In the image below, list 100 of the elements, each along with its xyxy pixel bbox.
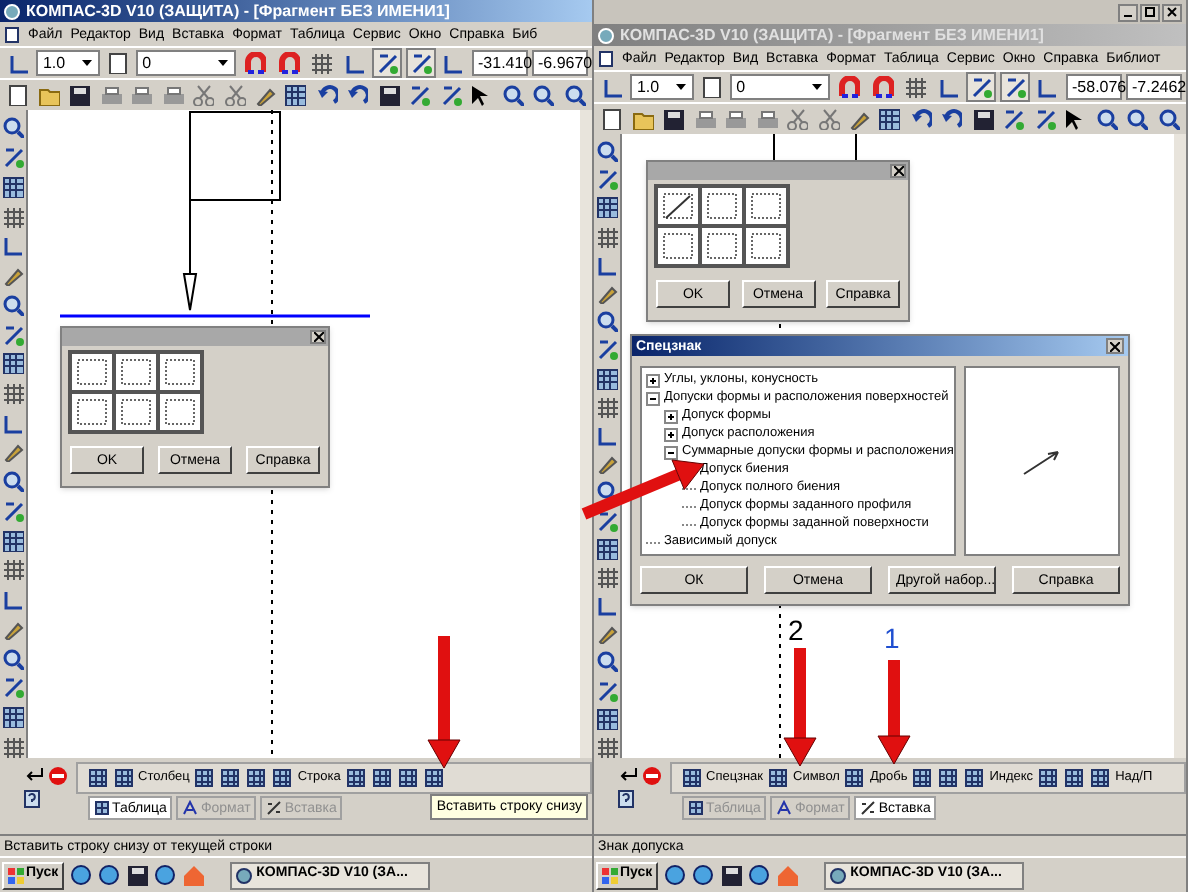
zoom-button[interactable] — [0, 292, 26, 317]
dropdown-field[interactable]: 0 — [730, 74, 831, 100]
grid-button[interactable] — [0, 381, 26, 405]
magnet-button[interactable] — [273, 48, 303, 78]
table-button[interactable] — [396, 767, 419, 789]
tool-button[interactable] — [0, 675, 26, 700]
magnet-button[interactable] — [240, 48, 270, 78]
table-button[interactable] — [282, 80, 310, 110]
zoom-button[interactable] — [594, 480, 620, 503]
zoom-button[interactable] — [594, 140, 620, 163]
axis-button[interactable] — [594, 253, 620, 276]
close-button[interactable] — [310, 330, 326, 344]
input-field[interactable]: -58.076 — [1066, 74, 1122, 100]
save-icon[interactable] — [126, 864, 149, 886]
tool-button[interactable] — [999, 72, 1030, 102]
table-button[interactable] — [271, 767, 294, 789]
tool-button[interactable] — [594, 338, 620, 361]
zoom-button[interactable] — [0, 116, 26, 140]
brush-button[interactable] — [594, 452, 620, 475]
grid-button[interactable] — [306, 48, 336, 78]
table-button[interactable] — [911, 767, 934, 789]
close-button[interactable] — [890, 164, 906, 178]
grid-cell[interactable] — [70, 352, 114, 392]
grid-cell[interactable] — [114, 392, 158, 432]
table-button[interactable] — [86, 767, 108, 789]
table-button[interactable] — [843, 767, 866, 789]
grid-cell[interactable] — [700, 226, 744, 266]
magnet-button[interactable] — [834, 72, 864, 102]
save-button[interactable] — [969, 104, 997, 134]
tool-button[interactable] — [372, 48, 402, 78]
table-button[interactable] — [112, 767, 134, 789]
table-button[interactable] — [370, 767, 393, 789]
tool-button[interactable] — [0, 322, 26, 346]
document-button[interactable] — [103, 48, 133, 78]
table-button[interactable] — [0, 705, 26, 729]
collapse-icon[interactable] — [646, 392, 660, 406]
tool-button[interactable] — [966, 72, 996, 102]
axis-button[interactable] — [594, 594, 620, 617]
grid-button[interactable] — [594, 565, 620, 588]
table-button[interactable] — [422, 767, 445, 789]
grid-button[interactable] — [594, 395, 620, 418]
dropdown-field[interactable]: 1.0 — [36, 50, 100, 76]
table-button[interactable] — [0, 174, 26, 199]
table-button[interactable] — [767, 767, 790, 789]
grid-cell[interactable] — [114, 352, 158, 392]
tool-button[interactable] — [594, 168, 620, 191]
help-icon[interactable] — [618, 790, 634, 808]
table-button[interactable] — [1063, 767, 1086, 789]
grid-cell[interactable] — [70, 392, 114, 432]
grid-button[interactable] — [0, 734, 26, 758]
brush-button[interactable] — [0, 263, 26, 287]
table-button[interactable] — [245, 767, 268, 789]
table-button[interactable] — [219, 767, 242, 789]
save-button[interactable] — [65, 80, 93, 110]
table-button[interactable] — [344, 767, 367, 789]
table-button[interactable] — [193, 767, 216, 789]
document-button[interactable] — [598, 104, 625, 134]
grid-button[interactable] — [0, 204, 26, 228]
collapse-icon[interactable] — [664, 446, 678, 460]
stop-icon[interactable] — [48, 766, 68, 786]
table-button[interactable] — [594, 367, 620, 390]
save-button[interactable] — [659, 104, 687, 134]
grid-button[interactable] — [0, 558, 26, 582]
scissors-button[interactable] — [814, 104, 842, 134]
enter-icon[interactable] — [24, 766, 44, 782]
grid-button[interactable] — [594, 225, 620, 248]
grid-cell[interactable] — [158, 392, 202, 432]
tool-button[interactable] — [594, 679, 620, 702]
grid-cell[interactable] — [744, 226, 788, 266]
table-button[interactable] — [0, 528, 26, 553]
maximize-button[interactable] — [1140, 3, 1160, 21]
dropdown-field[interactable]: 1.0 — [630, 74, 694, 100]
document-button[interactable] — [697, 72, 727, 102]
brush-button[interactable] — [594, 622, 620, 645]
grid-cell[interactable] — [158, 352, 202, 392]
input-field[interactable]: -6.9670 — [532, 50, 588, 76]
help-icon[interactable] — [24, 790, 40, 808]
input-field[interactable]: -7.2462 — [1126, 74, 1182, 100]
dropdown-field[interactable]: 0 — [136, 50, 237, 76]
axis-button[interactable] — [594, 423, 620, 447]
grid-button[interactable] — [594, 735, 620, 758]
scissors-button[interactable] — [783, 104, 811, 134]
zoom-button[interactable] — [529, 80, 557, 110]
table-button[interactable] — [0, 351, 26, 376]
expand-icon[interactable] — [664, 410, 678, 424]
table-button[interactable] — [1089, 767, 1112, 789]
zoom-button[interactable] — [1123, 104, 1151, 134]
tool-button[interactable] — [594, 508, 620, 532]
stop-icon[interactable] — [642, 766, 662, 786]
minimize-button[interactable] — [1118, 3, 1138, 21]
close-button[interactable] — [1106, 338, 1124, 354]
brush-button[interactable] — [0, 440, 26, 464]
table-button[interactable] — [937, 767, 960, 789]
grid-button[interactable] — [900, 72, 930, 102]
zoom-button[interactable] — [594, 310, 620, 333]
grid-cell[interactable] — [656, 226, 700, 266]
zoom-button[interactable] — [594, 650, 620, 674]
tool-button[interactable] — [0, 499, 26, 523]
table-button[interactable] — [680, 767, 702, 789]
close-button[interactable] — [1162, 3, 1182, 21]
